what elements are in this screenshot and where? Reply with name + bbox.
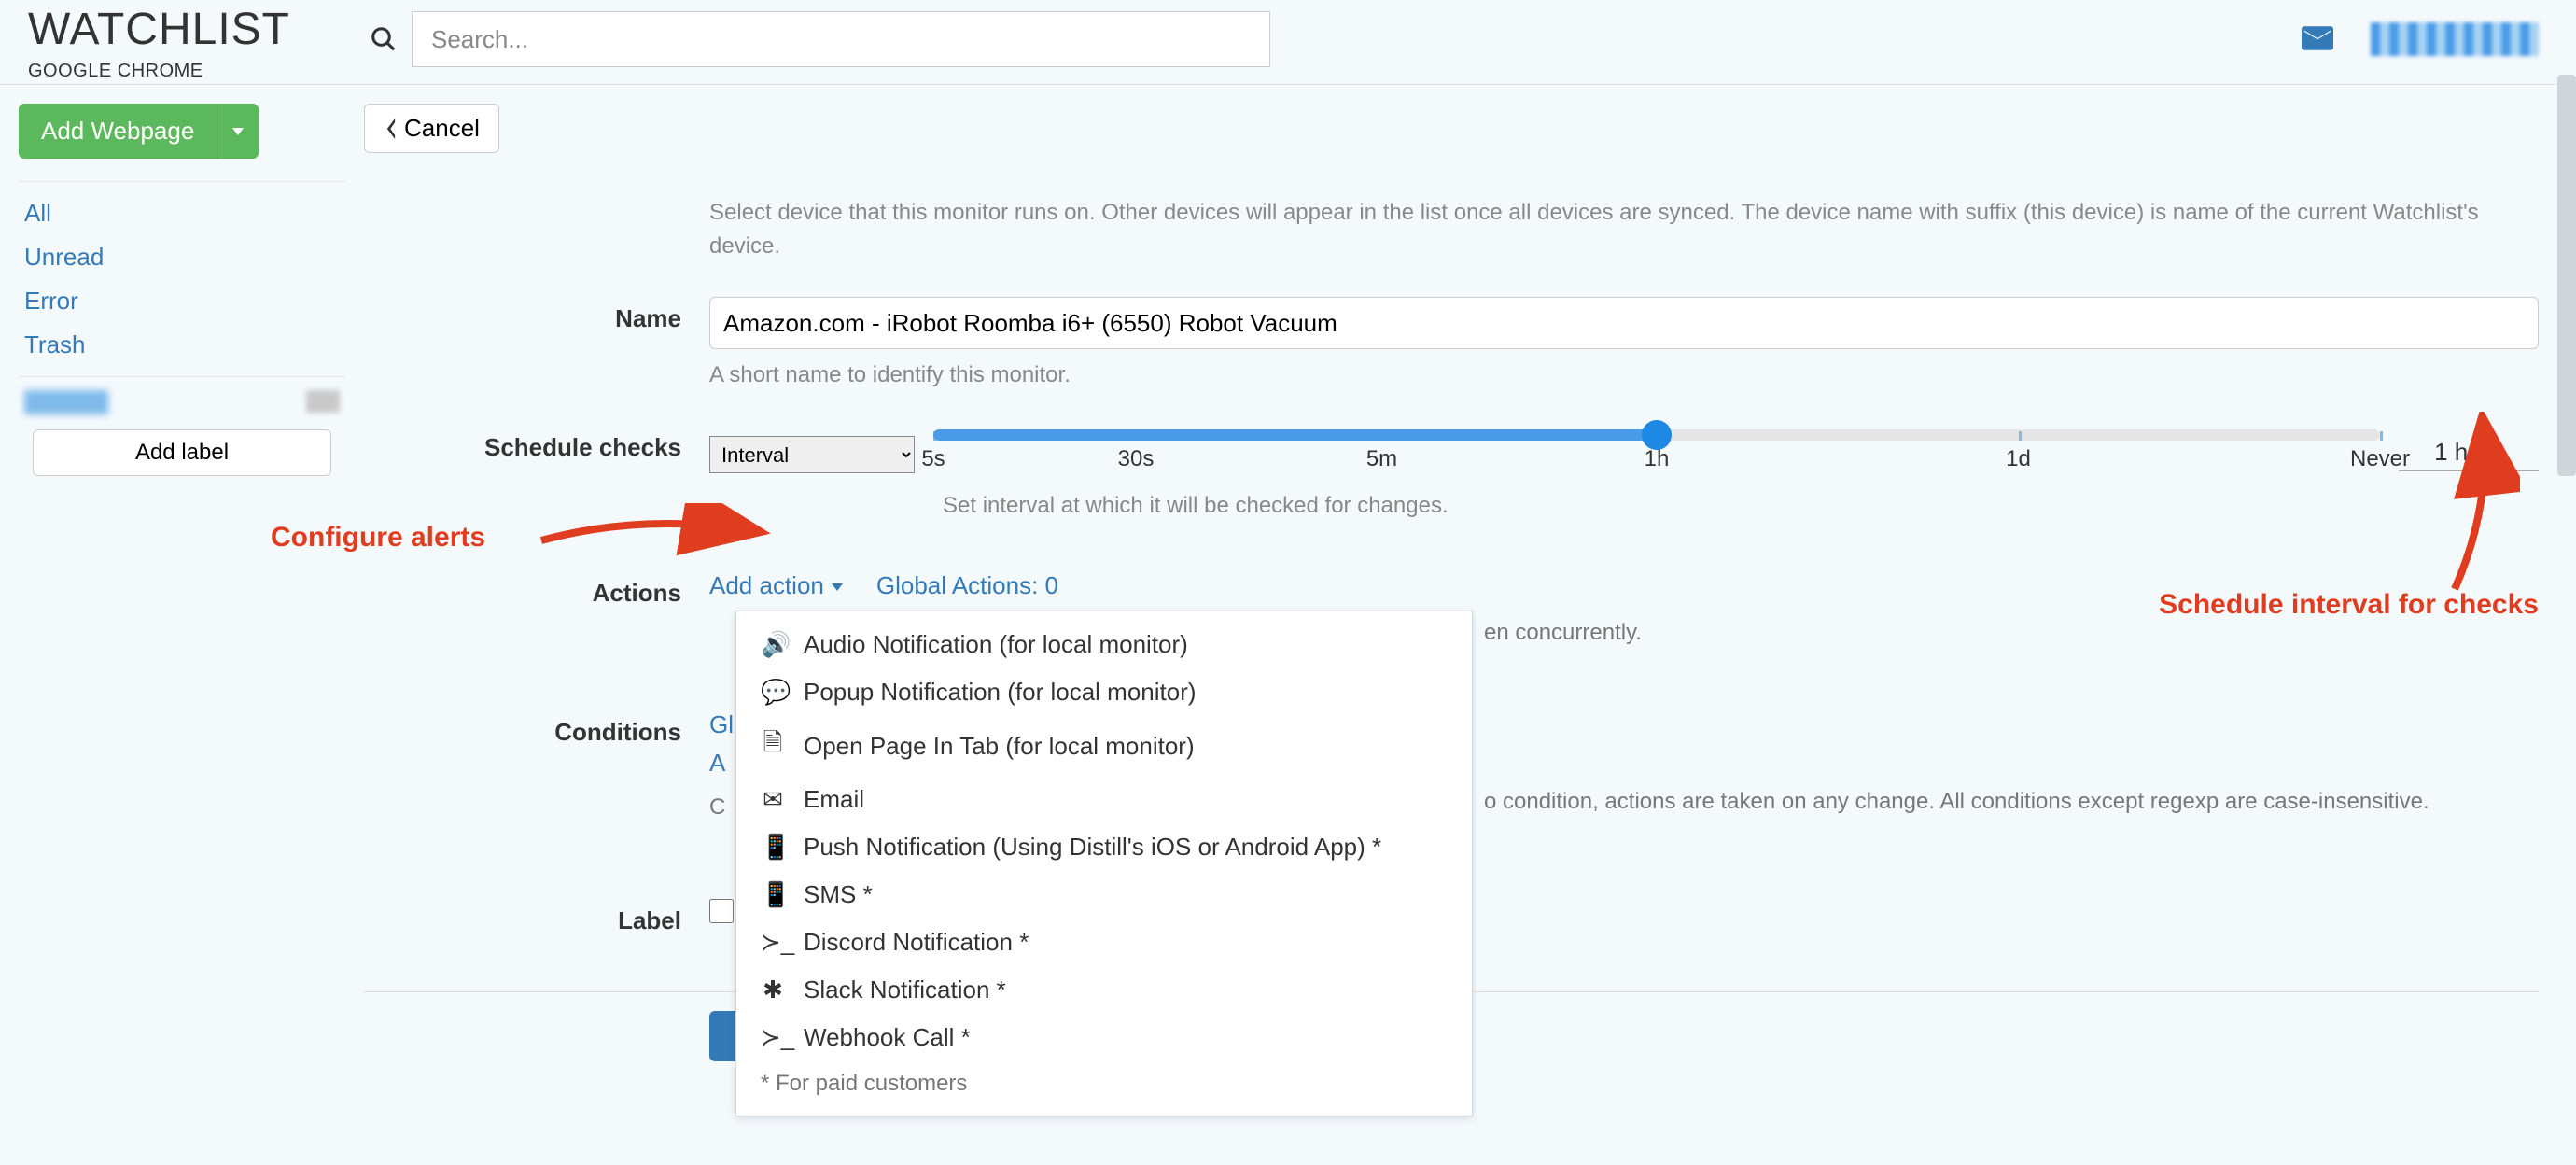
conditions-label: Conditions (364, 710, 709, 747)
mobile-icon: 📱 (761, 880, 785, 909)
caret-down-icon (832, 583, 843, 591)
slider-tick-1d: 1d (2006, 446, 2031, 472)
action-slack[interactable]: ✱Slack Notification * (736, 966, 1472, 1014)
search-input[interactable] (412, 11, 1270, 67)
popup-icon: 💬 (761, 678, 785, 707)
brand-block: WATCHLIST GOOGLE CHROME (28, 6, 290, 82)
action-sms[interactable]: 📱SMS * (736, 871, 1472, 919)
scroll-thumb[interactable] (2557, 75, 2576, 476)
slider-tick-5m: 5m (1366, 446, 1397, 472)
action-webhook[interactable]: ≻_Webhook Call * (736, 1014, 1472, 1061)
sidebar-item-unread[interactable]: Unread (19, 235, 345, 279)
mobile-icon: 📱 (761, 833, 785, 862)
actions-label: Actions (364, 571, 709, 608)
action-note: * For paid customers (736, 1061, 1472, 1106)
terminal-icon: ≻_ (761, 928, 785, 957)
action-tab[interactable]: 🗎Open Page In Tab (for local monitor) (736, 716, 1472, 776)
schedule-slider[interactable]: 5s 30s 5m 1h 1d Never (933, 426, 2380, 484)
name-input[interactable] (709, 297, 2539, 349)
actions-help-tail: en concurrently. (1484, 616, 1642, 650)
add-label-button[interactable]: Add label (33, 429, 331, 476)
label-count-blur (306, 390, 340, 413)
name-help-text: A short name to identify this monitor. (709, 358, 2539, 392)
cancel-label: Cancel (404, 114, 480, 143)
action-discord[interactable]: ≻_Discord Notification * (736, 919, 1472, 966)
conditions-help-tail: o condition, actions are taken on any ch… (1484, 785, 2429, 819)
action-push[interactable]: 📱Push Notification (Using Distill's iOS … (736, 823, 1472, 871)
schedule-mode-select[interactable]: Interval (709, 436, 915, 473)
device-help-text: Select device that this monitor runs on.… (709, 196, 2539, 263)
caret-down-icon (232, 128, 244, 135)
action-audio[interactable]: 🔊Audio Notification (for local monitor) (736, 621, 1472, 668)
app-subtitle: GOOGLE CHROME (28, 61, 290, 82)
conditions-link-2[interactable]: A (709, 749, 725, 778)
search-button[interactable] (356, 11, 412, 67)
label-name-blur (24, 390, 108, 414)
add-action-dropdown: 🔊Audio Notification (for local monitor) … (735, 611, 1473, 1116)
schedule-value: 1 hour (2399, 438, 2539, 471)
app-title: WATCHLIST (28, 6, 290, 55)
search-icon (370, 25, 398, 53)
slider-tick-5s: 5s (921, 446, 945, 472)
scrollbar[interactable] (2557, 75, 2576, 1165)
gear-icon: ✱ (761, 976, 785, 1004)
add-webpage-button[interactable]: Add Webpage (19, 104, 217, 159)
envelope-icon: ✉ (761, 785, 785, 814)
slider-tick-1h: 1h (1645, 446, 1670, 472)
sidebar-label-item[interactable] (19, 386, 345, 426)
slider-tick-30s: 30s (1118, 446, 1155, 472)
sidebar-item-trash[interactable]: Trash (19, 323, 345, 367)
schedule-help-text: Set interval at which it will be checked… (943, 489, 2539, 523)
terminal-icon: ≻_ (761, 1023, 785, 1052)
sound-icon: 🔊 (761, 630, 785, 659)
sidebar-item-all[interactable]: All (19, 191, 345, 235)
label-checkbox[interactable] (709, 899, 734, 923)
page-icon: 🗎 (761, 725, 785, 766)
mail-icon[interactable] (2302, 26, 2333, 53)
add-action-link[interactable]: Add action (709, 571, 843, 600)
cancel-button[interactable]: Cancel (364, 104, 499, 153)
sidebar-item-error[interactable]: Error (19, 279, 345, 323)
action-email[interactable]: ✉Email (736, 776, 1472, 823)
slider-tick-never: Never (2350, 446, 2410, 472)
schedule-label: Schedule checks (364, 426, 709, 462)
add-webpage-caret[interactable] (217, 104, 259, 159)
conditions-link-1[interactable]: Gl (709, 710, 734, 739)
global-actions-link[interactable]: Global Actions: 0 (876, 571, 1058, 600)
name-label: Name (364, 297, 709, 333)
chevron-left-icon (384, 119, 399, 139)
user-menu[interactable] (2371, 22, 2539, 56)
label-field-label: Label (364, 899, 709, 935)
action-popup[interactable]: 💬Popup Notification (for local monitor) (736, 668, 1472, 716)
